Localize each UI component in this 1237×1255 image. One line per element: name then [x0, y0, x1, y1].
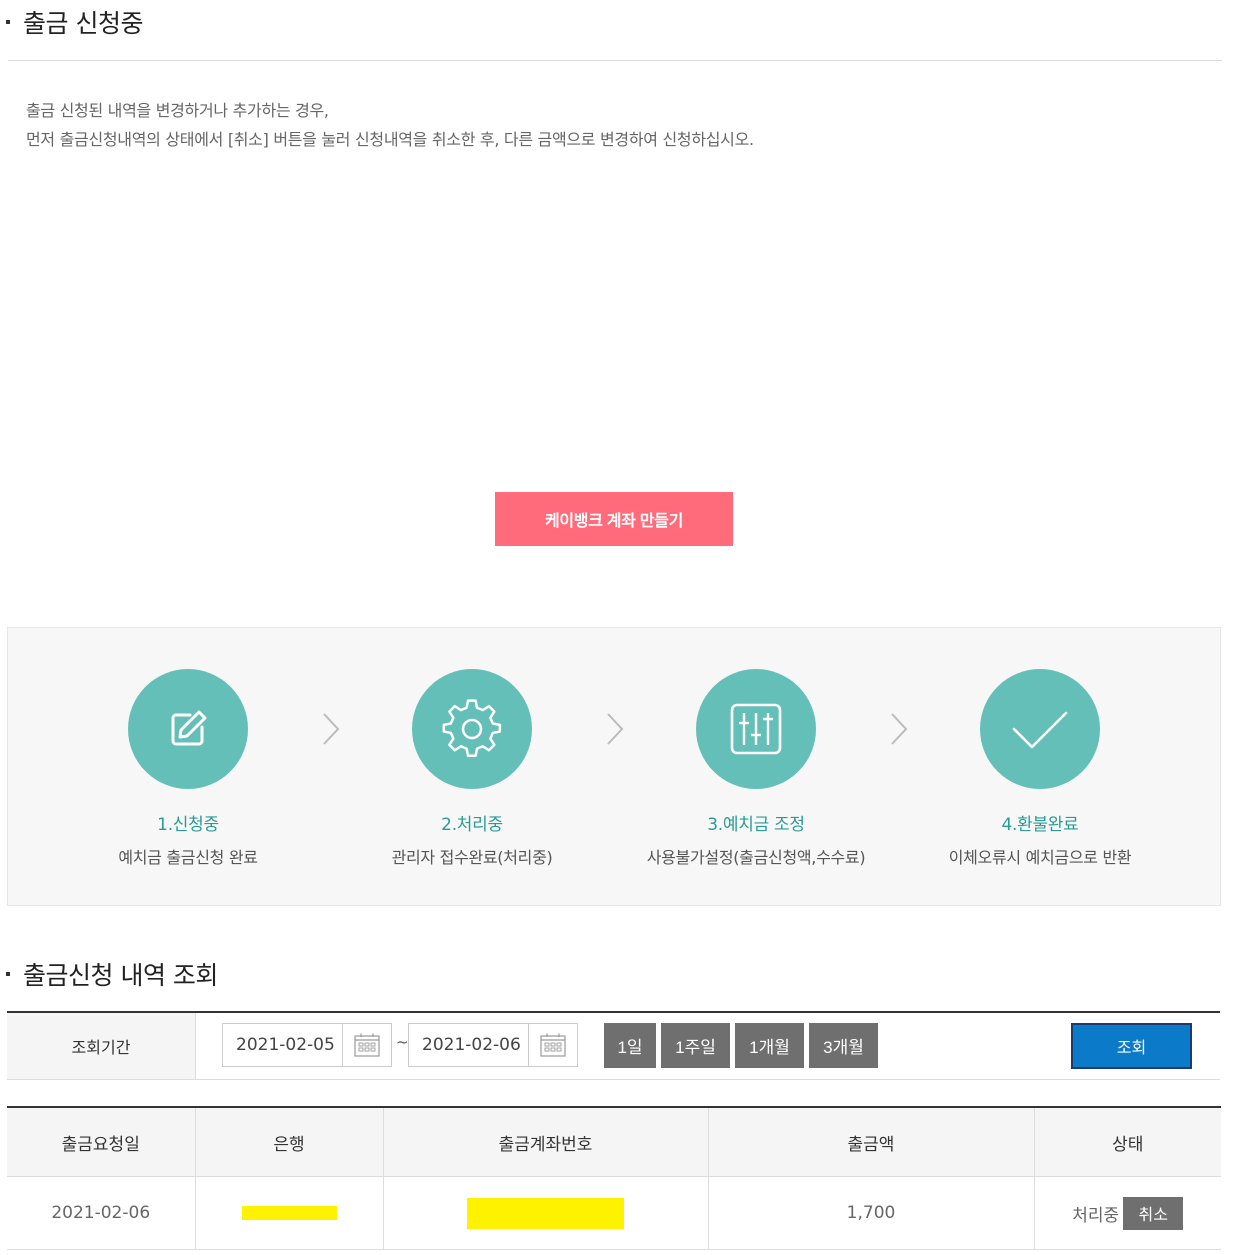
- step-4-desc: 이체오류시 예치금으로 반환: [948, 848, 1132, 867]
- end-date-value[interactable]: 2021-02-06: [409, 1024, 529, 1066]
- divider: [8, 60, 1222, 61]
- step-2-desc: 관리자 접수완료(처리중): [391, 848, 553, 867]
- period-1week-button[interactable]: 1주일: [661, 1023, 730, 1068]
- search-period-label: 조회기간: [7, 1013, 196, 1079]
- withdrawal-history-table: 출금요청일 은행 출금계좌번호 출금액 상태 2021-02-06 1,700 …: [7, 1106, 1221, 1250]
- table-header-row: 출금요청일 은행 출금계좌번호 출금액 상태: [7, 1107, 1221, 1177]
- edit-icon: [171, 710, 207, 746]
- step-4-title: 4.환불완료: [1001, 815, 1079, 835]
- period-1day-button[interactable]: 1일: [604, 1023, 656, 1068]
- status-text: 처리중: [1072, 1205, 1120, 1226]
- search-button[interactable]: 조회: [1071, 1023, 1192, 1069]
- redaction-mask: [467, 1197, 624, 1229]
- title-bullet: [6, 972, 10, 976]
- notice-line-2: 먼저 출금신청내역의 상태에서 [취소] 버튼을 눌러 신청내역을 취소한 후,…: [26, 130, 754, 149]
- kbank-account-button[interactable]: 케이뱅크 계좌 만들기: [495, 492, 733, 546]
- header-request-date: 출금요청일: [7, 1107, 196, 1177]
- end-date-field[interactable]: 2021-02-06: [408, 1023, 578, 1067]
- cell-account-number: [382, 1176, 709, 1250]
- table-row: 2021-02-06 1,700 처리중 취소: [7, 1176, 1221, 1250]
- sliders-icon: [730, 703, 782, 755]
- date-separator: ~: [396, 1033, 409, 1051]
- step-3-desc: 사용불가설정(출금신청액,수수료): [646, 848, 866, 867]
- period-1month-button[interactable]: 1개월: [735, 1023, 804, 1068]
- step-3-circle: [696, 669, 816, 789]
- step-2: 2.처리중 관리자 접수완료(처리중): [327, 669, 617, 868]
- header-bank: 은행: [194, 1107, 384, 1177]
- step-1: 1.신청중 예치금 출금신청 완료: [43, 669, 333, 868]
- section-title-withdrawal-pending: 출금 신청중: [6, 4, 143, 40]
- process-steps: 1.신청중 예치금 출금신청 완료 2.처리중 관리자 접수완료(처리중) 3.…: [7, 627, 1221, 906]
- step-1-circle: [128, 669, 248, 789]
- header-amount: 출금액: [707, 1107, 1035, 1177]
- calendar-icon: [354, 1033, 380, 1057]
- gear-icon: [442, 699, 502, 757]
- calendar-button[interactable]: [529, 1033, 577, 1057]
- check-icon: [1012, 711, 1068, 749]
- section-title-history: 출금신청 내역 조회: [6, 956, 218, 992]
- calendar-icon: [540, 1033, 566, 1057]
- step-2-title: 2.처리중: [441, 815, 503, 835]
- redaction-mask: [241, 1206, 337, 1220]
- notice-line-1: 출금 신청된 내역을 변경하거나 추가하는 경우,: [26, 101, 329, 120]
- section-title-text: 출금 신청중: [23, 9, 143, 38]
- step-3-title: 3.예치금 조정: [707, 815, 805, 835]
- start-date-field[interactable]: 2021-02-05: [222, 1023, 392, 1067]
- notice-text: 출금 신청된 내역을 변경하거나 추가하는 경우, 먼저 출금신청내역의 상태에…: [26, 96, 754, 154]
- search-panel: 조회기간 2021-02-05 ~ 2021-02-06 1일 1주일 1개월 …: [7, 1011, 1220, 1080]
- cancel-button[interactable]: 취소: [1123, 1196, 1184, 1230]
- step-3: 3.예치금 조정 사용불가설정(출금신청액,수수료): [611, 669, 901, 868]
- section-title-text: 출금신청 내역 조회: [23, 961, 218, 990]
- cell-status: 처리중 취소: [1033, 1176, 1221, 1250]
- start-date-value[interactable]: 2021-02-05: [223, 1024, 343, 1066]
- cell-amount: 1,700: [707, 1176, 1035, 1250]
- step-2-circle: [412, 669, 532, 789]
- period-3month-button[interactable]: 3개월: [809, 1023, 878, 1068]
- cell-bank: [194, 1176, 384, 1250]
- step-4: 4.환불완료 이체오류시 예치금으로 반환: [895, 669, 1185, 868]
- header-account-number: 출금계좌번호: [382, 1107, 709, 1177]
- step-1-title: 1.신청중: [157, 815, 219, 835]
- calendar-button[interactable]: [343, 1033, 391, 1057]
- cell-request-date: 2021-02-06: [7, 1176, 196, 1250]
- header-status: 상태: [1033, 1107, 1221, 1177]
- title-bullet: [6, 20, 10, 24]
- step-4-circle: [980, 669, 1100, 789]
- step-1-desc: 예치금 출금신청 완료: [118, 848, 258, 867]
